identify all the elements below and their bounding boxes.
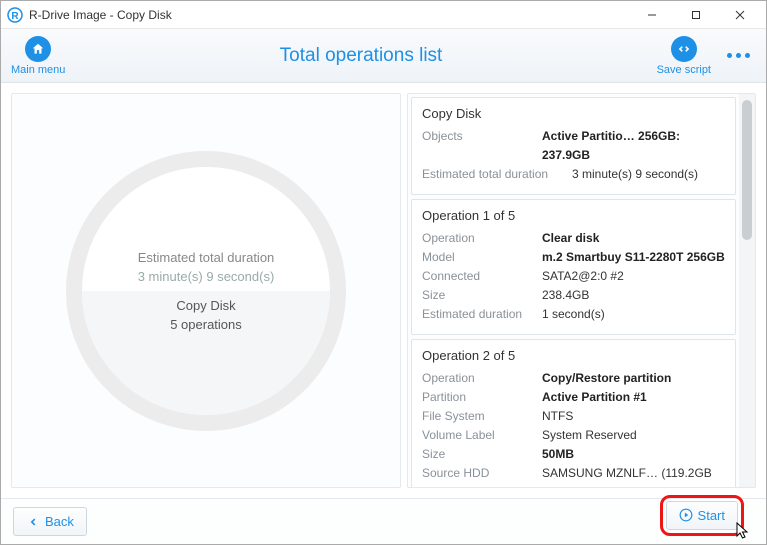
page-title: Total operations list [65,45,656,67]
detail-value: NTFS [542,407,725,426]
cursor-icon [736,522,750,540]
svg-text:R: R [11,11,19,22]
operations-pane: Copy Disk ObjectsActive Partitio… 256GB: … [407,93,756,488]
dot-icon [736,53,741,58]
detail-row: Source HDDSAMSUNG MZNLF… (119.2GB #1) [422,464,725,487]
detail-row: Estimated total duration3 minute(s) 9 se… [422,165,725,184]
detail-value: Copy/Restore partition [542,369,725,388]
toolbar: Main menu Total operations list Save scr… [1,29,766,83]
window-title: R-Drive Image - Copy Disk [29,8,630,22]
detail-key: Operation [422,369,542,388]
detail-key: Source HDD [422,464,542,487]
content-area: Estimated total duration 3 minute(s) 9 s… [1,83,766,498]
save-script-button[interactable]: Save script [657,36,711,76]
detail-row: Estimated duration1 second(s) [422,305,725,324]
detail-key: Estimated duration [422,305,542,324]
detail-row: ConnectedSATA2@2:0 #2 [422,267,725,286]
start-button[interactable]: Start [666,501,738,530]
detail-row: OperationCopy/Restore partition [422,369,725,388]
detail-value: 238.4GB [542,286,725,305]
detail-key: File System [422,407,542,426]
est-duration-value: 3 minute(s) 9 second(s) [138,269,275,284]
detail-row: OperationClear disk [422,229,725,248]
back-button[interactable]: Back [13,507,87,536]
operation-panel: Copy Disk ObjectsActive Partitio… 256GB: … [411,97,736,195]
detail-row: File SystemNTFS [422,407,725,426]
start-label: Start [698,508,725,523]
detail-value: Active Partition #1 [542,388,725,407]
detail-value: 1 second(s) [542,305,725,324]
detail-row: ObjectsActive Partitio… 256GB: 237.9GB [422,127,725,165]
operation-panel: Operation 2 of 5 OperationCopy/Restore pa… [411,339,736,487]
minimize-button[interactable] [630,1,674,28]
operations-count: 5 operations [170,317,242,332]
panel-title: Operation 1 of 5 [422,208,725,223]
operation-panel: Operation 1 of 5 OperationClear diskModel… [411,199,736,335]
back-label: Back [45,514,74,529]
play-icon [679,508,693,522]
dot-icon [727,53,732,58]
code-icon [671,36,697,62]
detail-value: 3 minute(s) 9 second(s) [572,165,725,184]
start-highlight: Start [660,495,744,536]
scrollbar-thumb[interactable] [742,100,752,240]
bottom-bar: Back Start [1,498,766,544]
detail-value: 50MB [542,445,725,464]
maximize-button[interactable] [674,1,718,28]
detail-key: Connected [422,267,542,286]
detail-value: SATA2@2:0 #2 [542,267,725,286]
save-script-label: Save script [657,64,711,76]
detail-key: Model [422,248,542,267]
action-name: Copy Disk [176,298,235,313]
app-window: R R-Drive Image - Copy Disk Main menu To… [0,0,767,545]
progress-circle: Estimated total duration 3 minute(s) 9 s… [66,151,346,431]
detail-key: Size [422,445,542,464]
detail-value: System Reserved [542,426,725,445]
detail-row: Volume LabelSystem Reserved [422,426,725,445]
window-controls [630,1,762,28]
scrollbar[interactable] [739,94,755,487]
main-menu-button[interactable]: Main menu [11,36,65,76]
arrow-left-icon [26,515,40,529]
panel-title: Operation 2 of 5 [422,348,725,363]
detail-row: Modelm.2 Smartbuy S11-2280T 256GB [422,248,725,267]
close-button[interactable] [718,1,762,28]
detail-key: Estimated total duration [422,165,572,184]
detail-key: Partition [422,388,542,407]
dot-icon [745,53,750,58]
app-icon: R [7,7,23,23]
detail-key: Objects [422,127,542,165]
detail-key: Operation [422,229,542,248]
detail-value: SAMSUNG MZNLF… (119.2GB #1) [542,464,725,487]
operations-list: Copy Disk ObjectsActive Partitio… 256GB: … [408,94,739,487]
detail-row: Size50MB [422,445,725,464]
detail-row: Size238.4GB [422,286,725,305]
main-menu-label: Main menu [11,64,65,76]
detail-key: Size [422,286,542,305]
detail-value: m.2 Smartbuy S11-2280T 256GB [542,248,725,267]
home-icon [25,36,51,62]
detail-value: Active Partitio… 256GB: 237.9GB [542,127,725,165]
panel-title: Copy Disk [422,106,725,121]
detail-row: PartitionActive Partition #1 [422,388,725,407]
est-duration-label: Estimated total duration [138,250,275,265]
more-menu-button[interactable] [721,53,756,58]
detail-value: Clear disk [542,229,725,248]
titlebar: R R-Drive Image - Copy Disk [1,1,766,29]
detail-key: Volume Label [422,426,542,445]
summary-pane: Estimated total duration 3 minute(s) 9 s… [11,93,401,488]
